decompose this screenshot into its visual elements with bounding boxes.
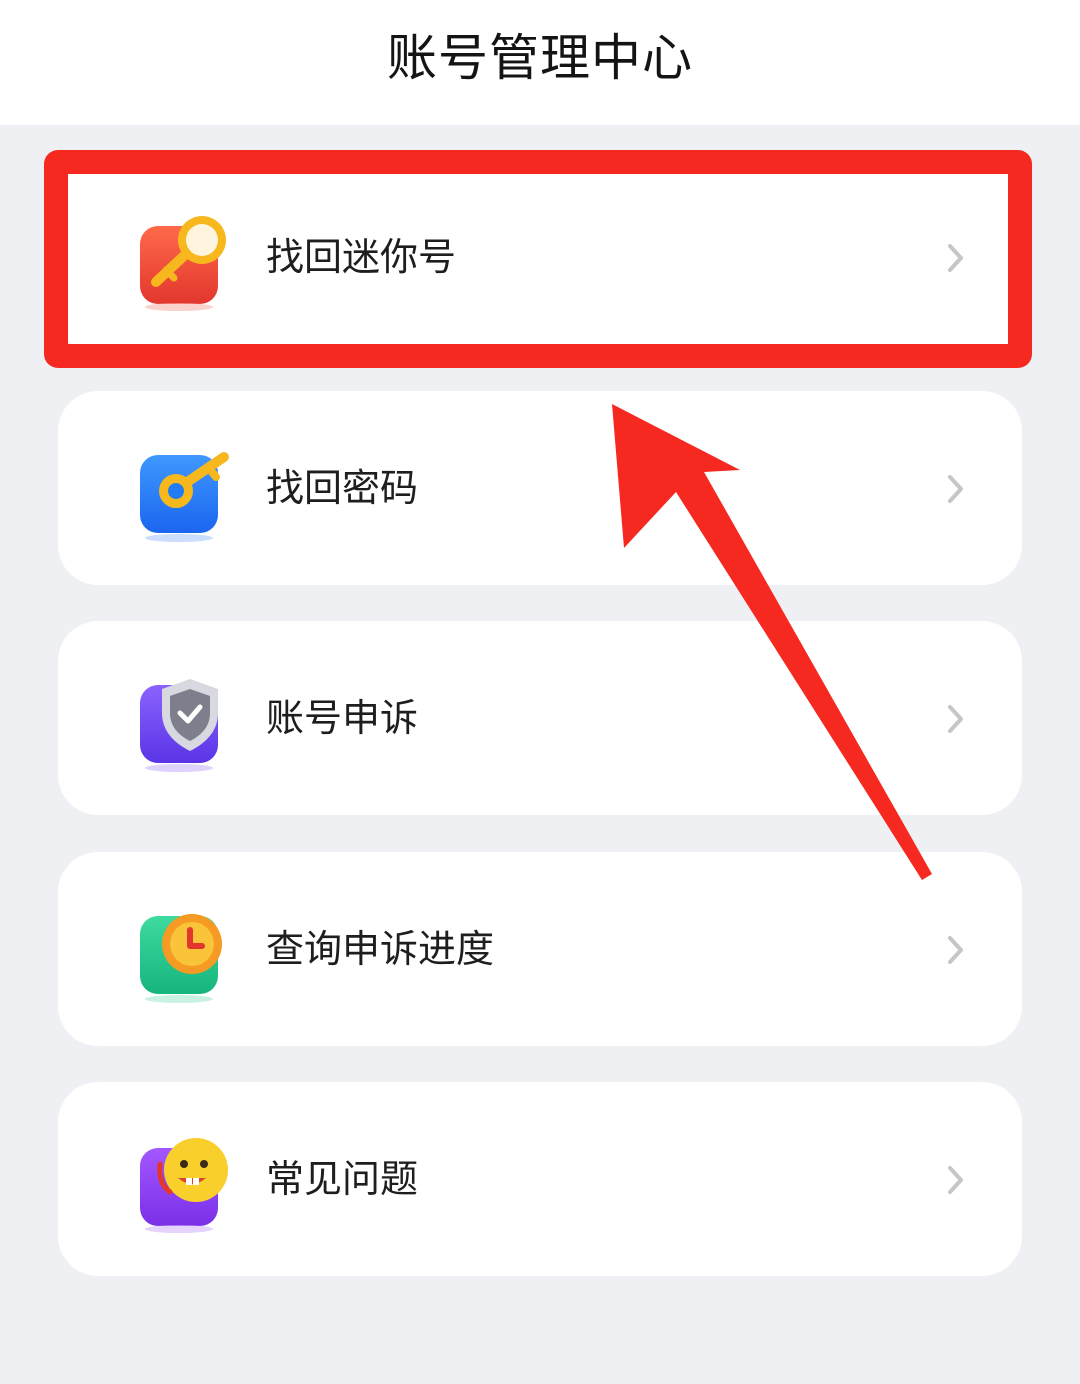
menu-item-faq[interactable]: 常见问题	[58, 1082, 1022, 1276]
chevron-right-icon	[948, 705, 963, 733]
menu-item-appeal-progress[interactable]: 查询申诉进度	[58, 852, 1022, 1046]
menu-item-account-appeal[interactable]: 账号申诉	[58, 621, 1022, 815]
menu-item-label: 账号申诉	[266, 696, 419, 740]
chevron-right-icon	[948, 1166, 963, 1194]
menu-item-recover-password[interactable]: 找回密码	[58, 391, 1022, 585]
clock-icon	[136, 904, 236, 1004]
menu-item-label: 找回迷你号	[266, 235, 457, 279]
page-title: 账号管理中心	[387, 29, 693, 87]
chevron-right-icon	[948, 244, 963, 272]
header-bar: 账号管理中心	[0, 0, 1080, 125]
menu-item-recover-mini-id[interactable]: 找回迷你号	[58, 160, 1022, 354]
menu-item-label: 查询申诉进度	[266, 927, 495, 971]
chevron-right-icon	[948, 936, 963, 964]
menu-item-label: 找回密码	[266, 466, 419, 510]
shield-check-icon	[136, 673, 236, 773]
smiley-help-icon	[136, 1134, 236, 1234]
key-icon	[136, 443, 236, 543]
key-search-icon	[136, 212, 236, 312]
menu-item-label: 常见问题	[266, 1157, 419, 1201]
chevron-right-icon	[948, 475, 963, 503]
